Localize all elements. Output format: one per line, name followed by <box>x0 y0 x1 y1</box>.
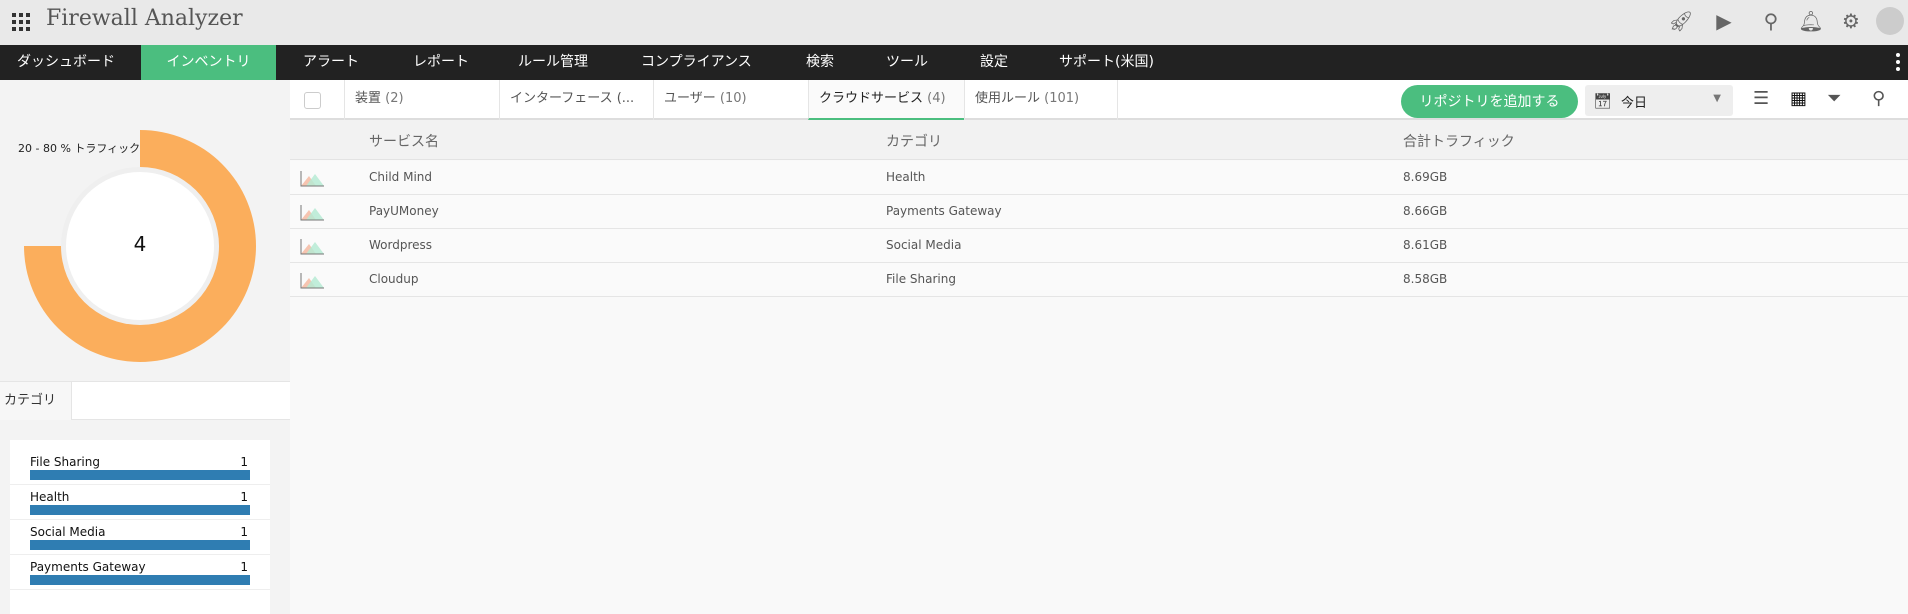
tab-devices[interactable]: 装置 (2) <box>344 80 499 120</box>
category-item[interactable]: Social Media 1 <box>10 520 270 555</box>
trend-chart-icon[interactable] <box>300 272 325 289</box>
category-tab-bar: カテゴリ <box>0 381 290 420</box>
category-cell: Payments Gateway <box>886 204 1002 218</box>
total-traffic-cell: 8.66GB <box>1403 204 1448 218</box>
app-grid-icon[interactable] <box>12 13 30 31</box>
service-name-cell: Child Mind <box>369 170 432 184</box>
trend-chart-icon[interactable] <box>300 238 325 255</box>
column-total-traffic[interactable]: 合計トラフィック <box>1403 131 1515 151</box>
app-title: Firewall Analyzer <box>46 6 243 31</box>
category-cell: Social Media <box>886 238 962 252</box>
donut-label: 20 - 80 % トラフィック <box>18 142 141 155</box>
tab-count: (4) <box>927 91 946 106</box>
tab-cloud-services[interactable]: クラウドサービス (4) <box>808 80 964 120</box>
nav-rule-management[interactable]: ルール管理 <box>518 45 588 80</box>
tab-label: 使用ルール <box>975 91 1041 106</box>
category-name: Social Media <box>30 525 106 539</box>
column-category[interactable]: カテゴリ <box>886 131 942 151</box>
total-traffic-cell: 8.69GB <box>1403 170 1448 184</box>
tab-label: ユーザー <box>664 91 716 106</box>
select-all-checkbox[interactable] <box>304 92 321 109</box>
avatar-icon[interactable] <box>1876 7 1904 35</box>
table-row[interactable]: PayUMoney Payments Gateway 8.66GB <box>290 195 1908 229</box>
table-row[interactable]: Child Mind Health 8.69GB <box>290 161 1908 195</box>
tab-label: 装置 <box>355 91 382 106</box>
donut-value: 4 <box>133 232 147 256</box>
table-row[interactable]: Cloudup File Sharing 8.58GB <box>290 263 1908 297</box>
category-name: Payments Gateway <box>30 560 146 574</box>
nav-alerts[interactable]: アラート <box>303 45 359 80</box>
nav-search[interactable]: 検索 <box>806 45 834 80</box>
category-name: Health <box>30 490 70 504</box>
category-list: File Sharing 1 Health 1 Social Media 1 Paym… <box>10 440 270 614</box>
tab-label: インターフェース (... <box>510 91 635 106</box>
service-name-cell: PayUMoney <box>369 204 439 218</box>
category-item[interactable]: Payments Gateway 1 <box>10 555 270 590</box>
trend-chart-icon[interactable] <box>300 170 325 187</box>
total-traffic-cell: 8.61GB <box>1403 238 1448 252</box>
nav-tools[interactable]: ツール <box>886 45 928 80</box>
rocket-icon[interactable]: 🚀︎ <box>1668 8 1694 34</box>
gear-icon[interactable]: ⚙ <box>1838 8 1864 34</box>
more-menu-icon[interactable] <box>1896 53 1900 74</box>
inventory-tabs: 装置 (2) インターフェース (... ユーザー (10) クラウドサービス … <box>290 80 1908 120</box>
category-item[interactable]: File Sharing 1 <box>10 450 270 485</box>
search-icon[interactable]: ⚲ <box>1872 88 1885 109</box>
filter-icon[interactable]: ⏷ <box>1827 88 1841 109</box>
tab-interfaces[interactable]: インターフェース (... <box>499 80 653 120</box>
table-header: サービス名 カテゴリ 合計トラフィック <box>290 120 1908 160</box>
sidebar: 20 - 80 % トラフィック 4 カテゴリ File Sharing 1 He… <box>0 80 290 614</box>
chevron-down-icon: ▼ <box>1713 93 1721 104</box>
column-service-name[interactable]: サービス名 <box>369 131 439 151</box>
category-bar <box>30 575 250 585</box>
grid-view-icon[interactable]: ▦ <box>1790 88 1807 109</box>
traffic-donut-chart <box>24 130 256 362</box>
tab-used-rules[interactable]: 使用ルール (101) <box>964 80 1118 120</box>
nav-dashboard[interactable]: ダッシュボード <box>17 45 115 80</box>
date-value: 今日 <box>1621 96 1648 111</box>
tab-label: クラウドサービス <box>819 91 924 106</box>
presentation-icon[interactable]: ▶︎ <box>1711 8 1737 34</box>
category-bar <box>30 505 250 515</box>
nav-inventory[interactable]: インベントリ <box>141 45 276 80</box>
bell-icon[interactable]: 🔔︎ <box>1798 8 1824 34</box>
category-count: 1 <box>240 560 248 574</box>
main-nav: ダッシュボード インベントリ アラート レポート ルール管理 コンプライアンス … <box>0 45 1908 80</box>
date-range-select[interactable]: 📅︎ 今日 ▼ <box>1585 85 1733 116</box>
category-item[interactable]: Health 1 <box>10 485 270 520</box>
list-view-icon[interactable]: ☰ <box>1753 88 1769 109</box>
category-cell: Health <box>886 170 926 184</box>
category-count: 1 <box>240 525 248 539</box>
category-bar <box>30 470 250 480</box>
service-name-cell: Cloudup <box>369 272 419 286</box>
tab-count: (2) <box>385 91 404 106</box>
category-bar <box>30 540 250 550</box>
tab-count: (10) <box>719 91 747 106</box>
search-icon[interactable]: ⚲ <box>1758 8 1784 34</box>
nav-support[interactable]: サポート(米国) <box>1059 45 1154 80</box>
category-cell: File Sharing <box>886 272 956 286</box>
category-count: 1 <box>240 490 248 504</box>
nav-compliance[interactable]: コンプライアンス <box>641 45 752 80</box>
nav-settings[interactable]: 設定 <box>980 45 1008 80</box>
add-repository-button[interactable]: リポジトリを追加する <box>1401 85 1578 118</box>
tab-count: (101) <box>1044 91 1080 106</box>
service-name-cell: Wordpress <box>369 238 433 252</box>
main-content: 装置 (2) インターフェース (... ユーザー (10) クラウドサービス … <box>290 80 1908 614</box>
nav-reports[interactable]: レポート <box>413 45 469 80</box>
total-traffic-cell: 8.58GB <box>1403 272 1448 286</box>
tab-users[interactable]: ユーザー (10) <box>653 80 808 120</box>
table-row[interactable]: Wordpress Social Media 8.61GB <box>290 229 1908 263</box>
trend-chart-icon[interactable] <box>300 204 325 221</box>
tab-category[interactable]: カテゴリ <box>0 382 72 420</box>
app-header: Firewall Analyzer 🚀︎ ▶︎ ⚲ 🔔︎ ⚙ <box>0 0 1908 45</box>
category-name: File Sharing <box>30 455 100 469</box>
calendar-icon: 📅︎ <box>1593 92 1613 110</box>
category-count: 1 <box>240 455 248 469</box>
